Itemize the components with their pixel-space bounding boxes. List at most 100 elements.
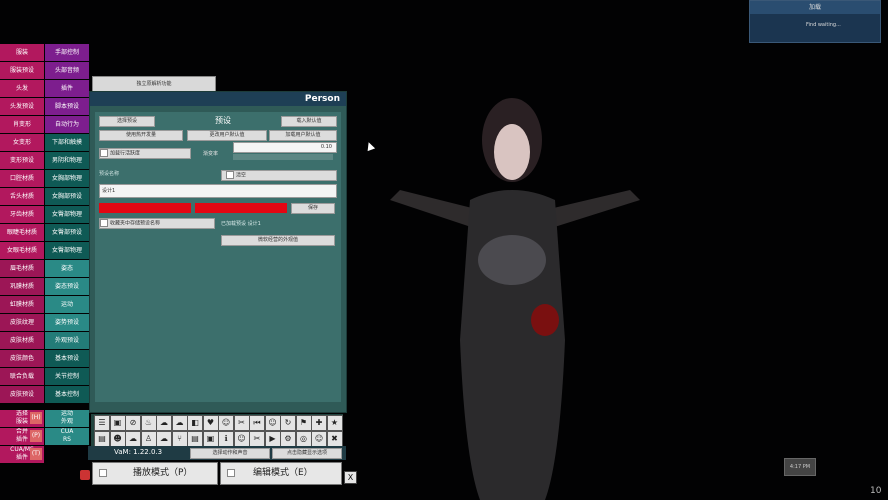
extra-menu-tag[interactable]: (H)	[30, 412, 42, 424]
left-menu-item[interactable]: 皮肤颜色	[0, 350, 44, 367]
image2-icon[interactable]: ▣	[202, 431, 219, 447]
shoe-icon[interactable]: ✂	[233, 415, 250, 431]
play-icon[interactable]: ▶	[264, 431, 281, 447]
left-menu-item[interactable]: 服装	[0, 44, 44, 61]
red-bar-left	[99, 203, 191, 213]
play-mode-button[interactable]: 播放模式（P）	[92, 462, 218, 485]
pose-icon[interactable]: ♙	[140, 431, 157, 447]
person4-icon[interactable]: ☺	[311, 431, 327, 447]
left-menu-item[interactable]: 女臀部物理	[45, 242, 89, 259]
select-preset-button[interactable]: 选择预设	[99, 116, 155, 127]
left-menu-item[interactable]: 运动	[45, 296, 89, 313]
left-menu-item[interactable]: 头发预设	[0, 98, 44, 115]
left-menu-item[interactable]: 联合负载	[0, 368, 44, 385]
left-menu-item[interactable]: 舌头材质	[0, 188, 44, 205]
doc2-icon[interactable]: ▤	[187, 431, 203, 447]
close-button[interactable]: X	[344, 471, 357, 484]
left-menu-item[interactable]: 手部控制	[45, 44, 89, 61]
person3-icon[interactable]: ☺	[233, 431, 250, 447]
load-user-defaults-button[interactable]: 加载用户默认值	[269, 130, 337, 141]
left-menu-item[interactable]: 眉毛材质	[0, 260, 44, 277]
left-menu-item[interactable]: 男阴和物理	[45, 152, 89, 169]
heart-icon[interactable]: ♥	[202, 415, 219, 431]
cloud4-icon[interactable]: ☁	[156, 431, 172, 447]
select-action-button[interactable]: 选择动作和声音	[190, 448, 270, 459]
favorite-toggle[interactable]: 收藏夹中存储预设名称	[99, 218, 215, 229]
left-menu-item[interactable]: 女胸部物理	[45, 170, 89, 187]
left-menu-item[interactable]: 肖变形	[0, 116, 44, 133]
power-icon[interactable]	[80, 470, 90, 480]
left-menu-item[interactable]: 口腔材质	[0, 170, 44, 187]
left-menu-item[interactable]: 牙齿材质	[0, 206, 44, 223]
no-image-icon[interactable]: ⊘	[125, 415, 141, 431]
left-menu-item[interactable]: 姿态	[45, 260, 89, 277]
left-menu-item[interactable]: 变形预设	[0, 152, 44, 169]
preset-name-input[interactable]: 设计1	[99, 184, 337, 198]
checkbox-icon[interactable]	[100, 149, 108, 157]
left-menu-item[interactable]: 头部音频	[45, 62, 89, 79]
left-menu-item[interactable]: 女臀部物理	[45, 206, 89, 223]
left-menu-item[interactable]: 女臀部预设	[45, 224, 89, 241]
prev-icon[interactable]: ⏮	[249, 415, 265, 431]
doc-icon[interactable]: ▤	[94, 431, 110, 447]
face-icon[interactable]: ☻	[109, 431, 126, 447]
left-menu-item[interactable]: 下部和触摸	[45, 134, 89, 151]
left-menu-item[interactable]: 关节控制	[45, 368, 89, 385]
list-icon[interactable]: ☰	[94, 415, 110, 431]
plus-icon[interactable]: ✚	[311, 415, 327, 431]
person-icon[interactable]: ☺	[218, 415, 234, 431]
slider-track[interactable]: 0.10	[233, 142, 337, 153]
branch-icon[interactable]: ⑂	[171, 431, 188, 447]
favorite-checkbox-icon[interactable]	[100, 219, 108, 227]
left-menu-item[interactable]: 女眼毛材质	[0, 242, 44, 259]
hide-options-button[interactable]: 点击隐藏显示选项	[272, 448, 342, 459]
left-menu-item[interactable]: 基本控制	[45, 386, 89, 403]
save-button[interactable]: 保存	[291, 203, 335, 214]
left-menu-item[interactable]: 女胸部预设	[45, 188, 89, 205]
left-menu-item[interactable]: 外观预设	[45, 332, 89, 349]
extra-button[interactable]: 微软经营的外观值	[221, 235, 335, 246]
left-menu-item[interactable]: 眼睫毛材质	[0, 224, 44, 241]
info-icon[interactable]: ℹ	[218, 431, 234, 447]
load-default-button[interactable]: 载入默认值	[281, 116, 337, 127]
person2-icon[interactable]: ☺	[264, 415, 281, 431]
use-hotkey-toggle[interactable]: 使用热开发量	[99, 130, 183, 141]
panel-tab[interactable]: 独立原解析功能	[92, 76, 216, 92]
gear-icon[interactable]: ⚙	[280, 431, 296, 447]
cloud3-icon[interactable]: ☁	[125, 431, 141, 447]
flag-icon[interactable]: ⚑	[295, 415, 312, 431]
left-menu-item[interactable]: 插件	[45, 80, 89, 97]
image-icon[interactable]: ▣	[109, 415, 126, 431]
slider-bar[interactable]	[233, 154, 333, 160]
rotate-icon[interactable]: ↻	[280, 415, 296, 431]
cloud-icon[interactable]: ☁	[156, 415, 172, 431]
shoe2-icon[interactable]: ✂	[249, 431, 265, 447]
left-menu-item[interactable]: 虹膜材质	[0, 296, 44, 313]
left-menu-item[interactable]: 自动行为	[45, 116, 89, 133]
left-menu-item[interactable]: 服装预设	[0, 62, 44, 79]
left-menu-item[interactable]: 姿态预设	[45, 278, 89, 295]
edit-mode-button[interactable]: 编辑模式（E）	[220, 462, 342, 485]
extra-side-item[interactable]: CUA RS	[45, 428, 89, 445]
left-menu-item[interactable]: 脚本预设	[45, 98, 89, 115]
left-menu-item[interactable]: 姿势预设	[45, 314, 89, 331]
left-menu-item[interactable]: 头发	[0, 80, 44, 97]
save-user-defaults-button[interactable]: 更改用户默认值	[187, 130, 267, 141]
extra-side-item[interactable]: 运动 外观	[45, 410, 89, 427]
bag-icon[interactable]: ◧	[187, 415, 203, 431]
load-checkbox[interactable]: 加载行活跃度	[99, 148, 191, 159]
left-menu-item[interactable]: 巩膜材质	[0, 278, 44, 295]
extra-menu-tag[interactable]: (T)	[30, 448, 42, 460]
left-menu-item[interactable]: 基本预设	[45, 350, 89, 367]
left-menu-item[interactable]: 皮肤预设	[0, 386, 44, 403]
left-menu-item[interactable]: 皮肤纹理	[0, 314, 44, 331]
fire-icon[interactable]: ♨	[140, 415, 157, 431]
globe-icon[interactable]: ◎	[295, 431, 312, 447]
cloud2-icon[interactable]: ☁	[171, 415, 188, 431]
extra-menu-tag[interactable]: (P)	[30, 430, 42, 442]
left-menu-item[interactable]: 女变形	[0, 134, 44, 151]
left-menu-item[interactable]: 皮肤材质	[0, 332, 44, 349]
clear-button[interactable]: 清空	[221, 170, 337, 181]
star-icon[interactable]: ★	[326, 415, 343, 431]
tools-icon[interactable]: ✖	[326, 431, 343, 447]
